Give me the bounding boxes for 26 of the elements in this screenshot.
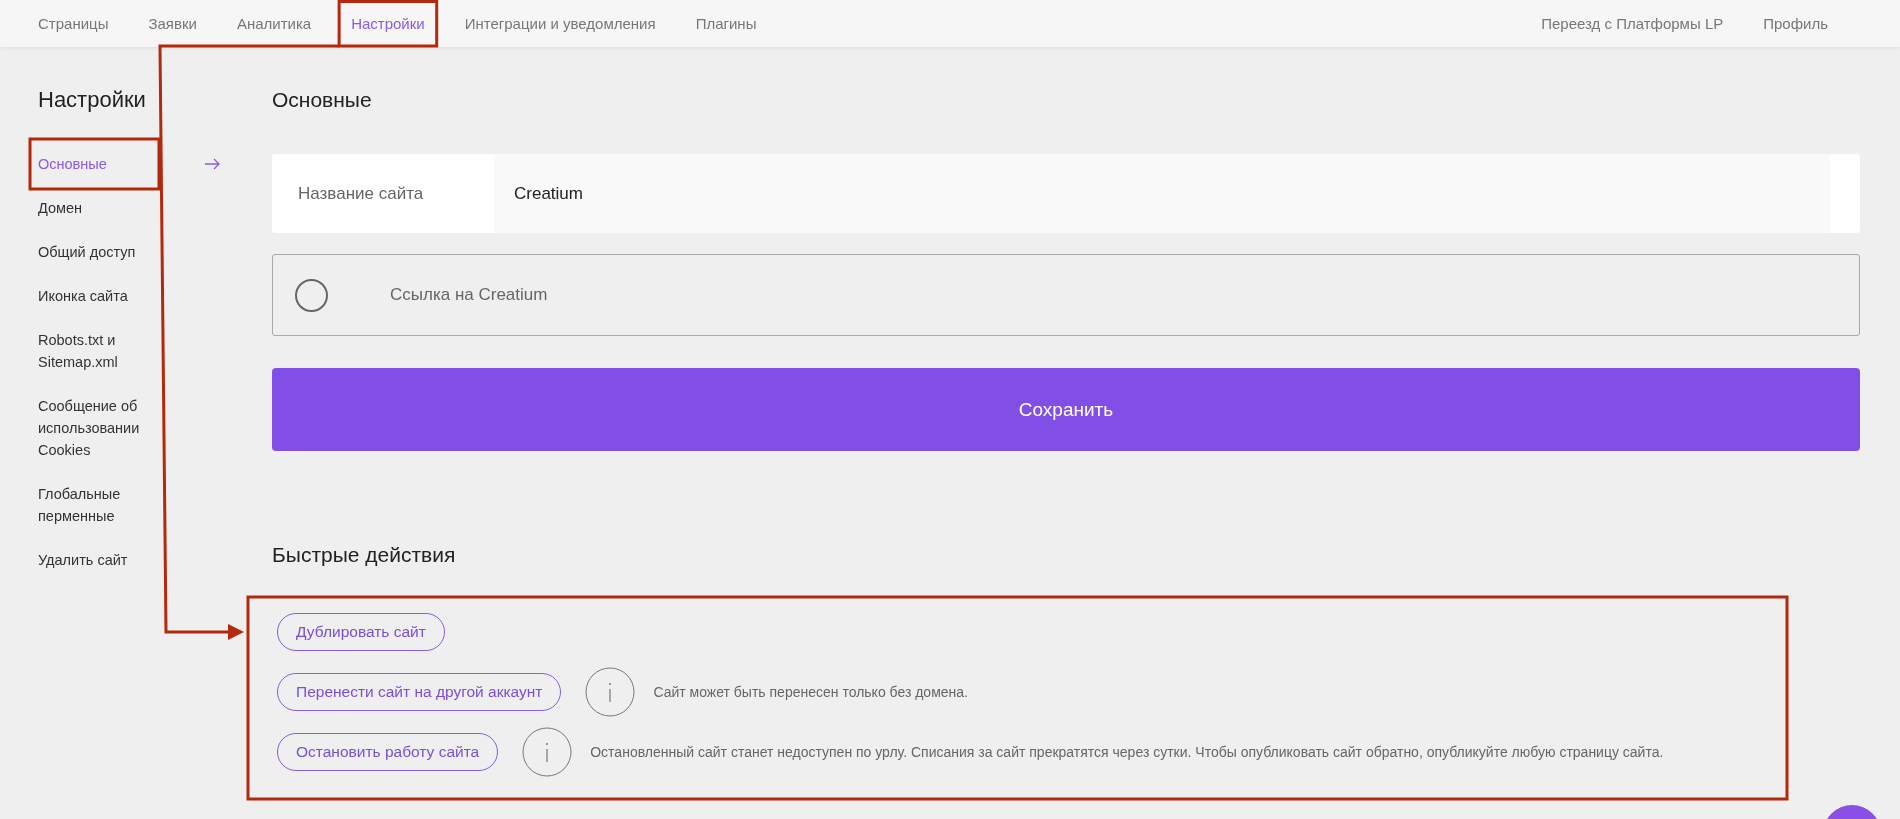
save-button[interactable]: Сохранить: [272, 368, 1860, 451]
nav-tab[interactable]: Аналитика: [236, 15, 312, 32]
sidebar-item[interactable]: Основные: [38, 142, 166, 186]
sidebar-item[interactable]: Сообщение об использовании Cookies: [38, 384, 166, 472]
nav-link[interactable]: Переезд с Платформы LP: [1541, 15, 1724, 32]
link-option[interactable]: Ссылка на Creatium: [272, 254, 1860, 336]
sidebar-item[interactable]: Иконка сайта: [38, 274, 166, 318]
section-title: Основные: [272, 88, 373, 112]
sidebar-item[interactable]: Удалить сайт: [38, 538, 166, 582]
sidebar-item[interactable]: Robots.txt и Sitemap.xml: [38, 318, 166, 384]
sidebar-item[interactable]: Домен: [38, 186, 166, 230]
nav-link[interactable]: Профиль: [1763, 15, 1828, 32]
nav-tab[interactable]: Плагины: [695, 15, 757, 32]
sidebar-item[interactable]: Общий доступ: [38, 230, 166, 274]
field-label: Название сайта: [297, 182, 425, 205]
nav-tab[interactable]: Заявки: [148, 15, 197, 32]
nav-tab[interactable]: Настройки: [351, 15, 425, 32]
nav-tab[interactable]: Страницы: [38, 15, 109, 32]
hint-text: Остановленный сайт станет недоступен по урлу. Списания за сайт прекратятся через сутки. Чтобы опубликовать сайт обратно, опубликуйте любую страницу сайта.: [590, 744, 1664, 760]
nav-tab[interactable]: Интеграции и уведомления: [464, 15, 656, 32]
sidebar-title: Настройки: [38, 88, 147, 112]
site-name-field[interactable]: Название сайта Creatium: [272, 154, 1860, 233]
hint-text: Сайт может быть перенесен только без домена.: [653, 684, 968, 700]
section-title: Быстрые действия: [272, 543, 457, 567]
sidebar-item[interactable]: Глобальные перменные: [38, 472, 166, 538]
option-label: Ссылка на Creatium: [390, 285, 548, 305]
